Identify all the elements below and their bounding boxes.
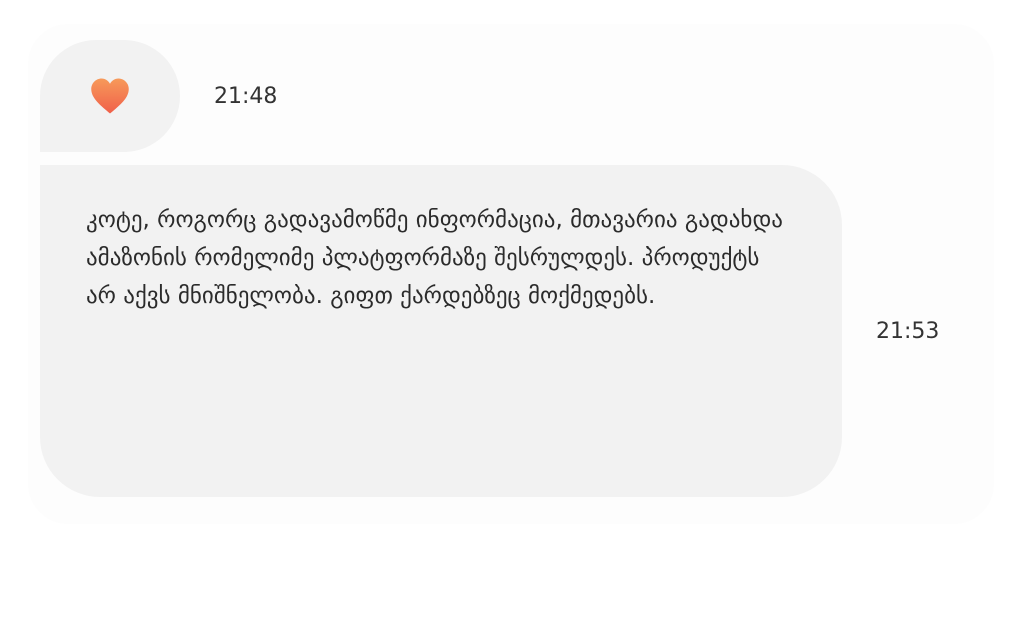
heart-icon bbox=[91, 78, 129, 114]
reaction-bubble[interactable] bbox=[40, 40, 180, 152]
message-text: კოტე, როგორც გადავამოწმე ინფორმაცია, მთა… bbox=[40, 165, 939, 497]
message-reaction: 21:48 bbox=[40, 40, 277, 152]
message-time: 21:53 bbox=[876, 318, 940, 344]
message-bubble[interactable]: კოტე, როგორც გადავამოწმე ინფორმაცია, მთა… bbox=[40, 165, 842, 497]
message-time: 21:48 bbox=[214, 83, 278, 109]
